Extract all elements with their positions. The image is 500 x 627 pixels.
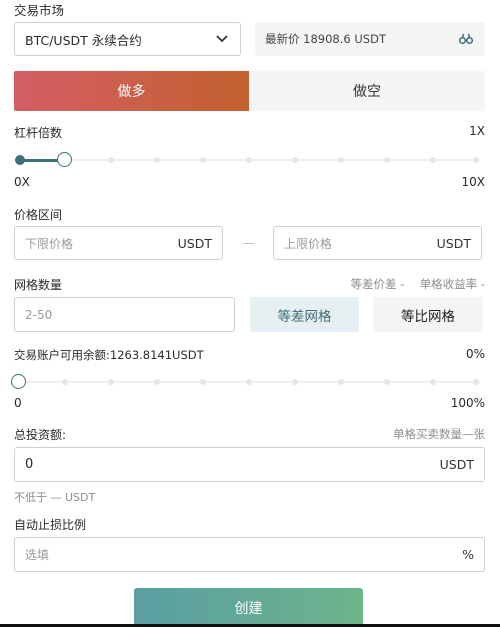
latest-price-label: 最新价 — [265, 32, 300, 46]
lower-price-unit: USDT — [177, 235, 212, 251]
investment-label: 总投资额: — [14, 428, 67, 442]
balance-max: 100% — [450, 396, 485, 410]
grid-count-placeholder: 2-50 — [25, 307, 53, 322]
leverage-label: 杠杆倍数 — [14, 126, 63, 140]
stop-loss-input[interactable]: 选填 % — [14, 537, 485, 572]
grid-count-input[interactable]: 2-50 — [14, 297, 235, 332]
geometric-grid-button[interactable]: 等比网格 — [373, 297, 483, 332]
grid-count-label: 网格数量 — [14, 278, 63, 292]
balance-slider[interactable] — [11, 374, 479, 389]
short-button[interactable]: 做空 — [249, 71, 485, 111]
balance-percent: 0% — [465, 347, 485, 361]
investment-unit: USDT — [439, 457, 474, 472]
create-button[interactable]: 创建 — [134, 588, 363, 627]
available-balance-label: 交易账户可用余额:1263.8141USDT — [14, 348, 204, 362]
range-separator: — — [243, 236, 255, 250]
latest-price-text: 最新价 18908.6 USDT — [265, 31, 386, 47]
stop-loss-label: 自动止损比例 — [14, 518, 87, 532]
investment-value: 0 — [25, 457, 34, 472]
latest-price-panel: 最新价 18908.6 USDT — [255, 22, 485, 56]
leverage-max: 10X — [461, 175, 486, 189]
per-grid-quantity-hint: 单格买卖数量—张 — [393, 427, 485, 441]
lower-price-input[interactable]: 下限价格 USDT — [14, 226, 223, 260]
market-label: 交易市场 — [14, 3, 65, 18]
investment-input[interactable]: 0 USDT — [14, 447, 485, 482]
balance-min: 0 — [14, 396, 22, 410]
leverage-start-dot — [15, 155, 25, 165]
stop-loss-unit: % — [462, 547, 474, 562]
upper-price-input[interactable]: 上限价格 USDT — [273, 226, 482, 260]
grid-yield-label: 单格收益率 - — [419, 277, 485, 291]
arithmetic-grid-button[interactable]: 等差网格 — [250, 297, 359, 332]
stop-loss-placeholder: 选填 — [25, 548, 50, 562]
minimum-investment-text: 不低于 — USDT — [14, 491, 96, 504]
leverage-min: 0X — [14, 175, 30, 189]
binoculars-icon[interactable] — [459, 33, 473, 45]
price-range-label: 价格区间 — [14, 208, 63, 222]
chevron-down-icon — [216, 35, 228, 43]
lower-price-placeholder: 下限价格 — [25, 236, 74, 251]
leverage-slider-handle[interactable] — [57, 152, 72, 167]
market-select[interactable]: BTC/USDT 永续合约 — [14, 22, 241, 56]
grid-stats: 等差价差 - 单格收益率 - — [351, 276, 485, 292]
leverage-value: 1X — [469, 124, 485, 138]
upper-price-unit: USDT — [436, 235, 471, 251]
balance-slider-handle[interactable] — [11, 374, 26, 389]
long-button[interactable]: 做多 — [14, 71, 249, 111]
leverage-slider[interactable] — [15, 152, 479, 167]
grid-diff-label: 等差价差 - — [350, 277, 405, 291]
latest-price-value: 18908.6 USDT — [303, 32, 386, 46]
upper-price-placeholder: 上限价格 — [284, 236, 333, 251]
market-select-value: BTC/USDT 永续合约 — [25, 32, 142, 48]
